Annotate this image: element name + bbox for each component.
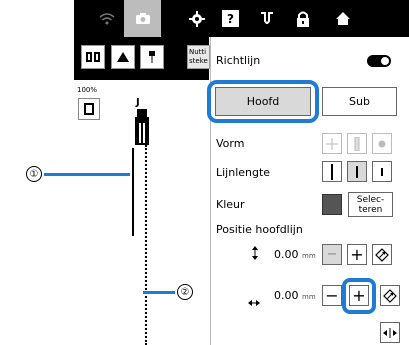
vertical-value: 0.00	[274, 248, 299, 261]
tab-sub[interactable]: Sub	[322, 87, 397, 116]
stitch-settings-button[interactable]: Nutti steke	[187, 45, 210, 69]
camera-icon[interactable]	[124, 0, 161, 37]
richtlijn-toggle[interactable]	[367, 55, 391, 67]
callout-2: ②	[177, 284, 193, 300]
vertical-arrows-icon	[251, 245, 259, 264]
horizontal-reset-icon[interactable]	[380, 285, 400, 306]
presser-foot-label: J	[136, 97, 140, 108]
length-medium-button[interactable]	[347, 161, 367, 182]
length-long-button[interactable]	[322, 161, 342, 182]
callout-1: ①	[26, 166, 42, 182]
vertical-plus-button[interactable]: +	[347, 244, 367, 265]
lijnlengte-label: Lijnlengte	[216, 166, 271, 179]
home-icon[interactable]	[324, 0, 361, 37]
help-icon-label: ?	[222, 10, 239, 27]
vertical-reset-icon[interactable]	[372, 244, 392, 265]
callout-2-line	[143, 291, 175, 294]
select-color-button[interactable]: Selec- teren	[348, 192, 393, 217]
horizontal-unit: mm	[302, 293, 316, 301]
top-bar: ?	[74, 0, 409, 37]
callout-1-line	[44, 173, 130, 176]
shape-line-button[interactable]	[347, 133, 367, 154]
horizontal-minus-button[interactable]: −	[322, 285, 342, 306]
screen: ? Nutti steke 100% J ① ② Richtlijn Hoofd…	[0, 0, 409, 345]
tab-hoofd-highlight	[207, 80, 319, 123]
shape-cross-button[interactable]	[322, 133, 342, 154]
vertical-unit: mm	[302, 252, 316, 260]
zoom-level: 100%	[77, 86, 98, 94]
triangle-icon[interactable]	[111, 45, 135, 69]
color-swatch	[322, 194, 342, 215]
plus-button-highlight	[342, 278, 376, 314]
book-icon[interactable]	[81, 45, 105, 69]
positie-label: Positie hoofdlijn	[216, 223, 303, 236]
sub-guide-line	[145, 145, 147, 345]
help-icon[interactable]: ?	[212, 0, 249, 37]
horizontal-arrows-icon	[248, 291, 260, 310]
horizontal-value: 0.00	[274, 289, 299, 302]
stitch-view-button[interactable]	[78, 98, 100, 120]
vertical-minus-button[interactable]: −	[322, 244, 342, 265]
presser-foot-icon	[133, 109, 151, 149]
gear-icon[interactable]	[178, 0, 215, 37]
pin-icon[interactable]	[140, 45, 164, 69]
vorm-label: Vorm	[216, 137, 245, 150]
richtlijn-label: Richtlijn	[216, 54, 261, 67]
shape-dot-button[interactable]	[372, 133, 392, 154]
select-color-label: Selec- teren	[356, 194, 385, 215]
needle-icon[interactable]	[248, 0, 285, 37]
length-short-button[interactable]	[372, 161, 392, 182]
main-guide-line	[132, 148, 134, 236]
center-align-icon[interactable]	[380, 322, 400, 343]
kleur-label: Kleur	[216, 198, 245, 211]
lock-icon[interactable]	[284, 0, 321, 37]
wifi-icon[interactable]	[88, 0, 125, 37]
